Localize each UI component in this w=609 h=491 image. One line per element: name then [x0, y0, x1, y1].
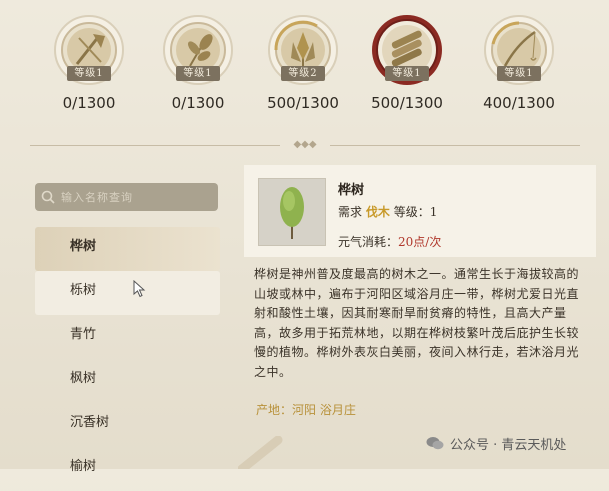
ornament-icon: ◆◆◆	[293, 139, 317, 150]
skill-level-badge: 等级1	[385, 66, 429, 81]
requirement-label: 需求	[338, 205, 363, 219]
mouse-cursor-icon	[132, 279, 148, 302]
skill-slot-farming[interactable]: 等级2 500/1300	[258, 14, 348, 112]
skill-slot-herb[interactable]: 等级1 0/1300	[153, 14, 243, 112]
skill-medal: 等级1	[53, 14, 125, 86]
watermark-text: 公众号 · 青云天机处	[450, 437, 567, 453]
search-placeholder: 输入名称查询	[61, 191, 133, 204]
search-icon	[35, 190, 61, 204]
skill-slot-fishing[interactable]: 等级1 400/1300	[474, 14, 564, 112]
list-item[interactable]: 青竹	[35, 315, 220, 359]
skill-bar: 等级1 0/1300 等级1 0/1300 等级2 500/1300 等级1 5…	[0, 0, 609, 120]
skill-level-badge: 等级2	[281, 66, 325, 81]
skill-level-badge: 等级1	[67, 66, 111, 81]
section-divider: ◆◆◆	[30, 140, 580, 150]
list-item[interactable]: 枫树	[35, 359, 220, 403]
skill-progress-count: 500/1300	[371, 94, 443, 112]
skill-slot-logging-axe[interactable]: 等级1 0/1300	[44, 14, 134, 112]
skill-progress-count: 0/1300	[62, 94, 116, 112]
item-description: 桦树是神州普及度最高的树木之一。通常生长于海拔较高的山坡或林中，遍布于河阳区域浴…	[254, 267, 580, 379]
skill-medal: 等级1	[162, 14, 234, 86]
list-item[interactable]: 栎树	[35, 271, 220, 315]
skill-slot-lumber-selected[interactable]: 等级1 500/1300	[362, 14, 452, 112]
skill-progress-count: 500/1300	[267, 94, 339, 112]
skill-progress-count: 400/1300	[483, 94, 555, 112]
brush-stroke-decoration	[237, 435, 288, 474]
required-level: 等级：1	[393, 205, 438, 219]
tree-thumbnail-icon	[258, 178, 326, 246]
skill-medal: 等级1	[371, 14, 443, 86]
skill-level-badge: 等级1	[176, 66, 220, 81]
item-origin: 产地：河阳 浴月庄	[256, 403, 356, 417]
skill-progress-count: 0/1300	[171, 94, 225, 112]
list-item[interactable]: 沉香树	[35, 403, 220, 447]
energy-cost-line: 元气消耗：20点/次	[338, 233, 441, 250]
energy-cost-label: 元气消耗：	[338, 235, 399, 249]
search-input[interactable]: 输入名称查询	[35, 183, 218, 211]
item-detail-panel: 桦树 需求 伐木 等级：1 元气消耗：20点/次 桦树是神州普及度最高的树木之一…	[244, 165, 596, 445]
skill-medal: 等级1	[483, 14, 555, 86]
energy-cost-value: 20点/次	[398, 235, 442, 249]
skill-medal: 等级2	[267, 14, 339, 86]
skill-level-badge: 等级1	[497, 66, 541, 81]
watermark: 公众号 · 青云天机处	[426, 430, 566, 456]
item-name: 桦树	[338, 183, 365, 198]
tree-list: 桦树 栎树 青竹 枫树 沉香树 榆树	[35, 227, 220, 491]
wechat-icon	[426, 437, 444, 450]
list-item-selected[interactable]: 桦树	[35, 227, 220, 271]
list-item[interactable]: 榆树	[35, 447, 220, 491]
required-skill: 伐木	[365, 205, 390, 219]
requirement-line: 需求 伐木 等级：1	[338, 203, 437, 220]
item-header: 桦树 需求 伐木 等级：1 元气消耗：20点/次	[244, 165, 596, 257]
